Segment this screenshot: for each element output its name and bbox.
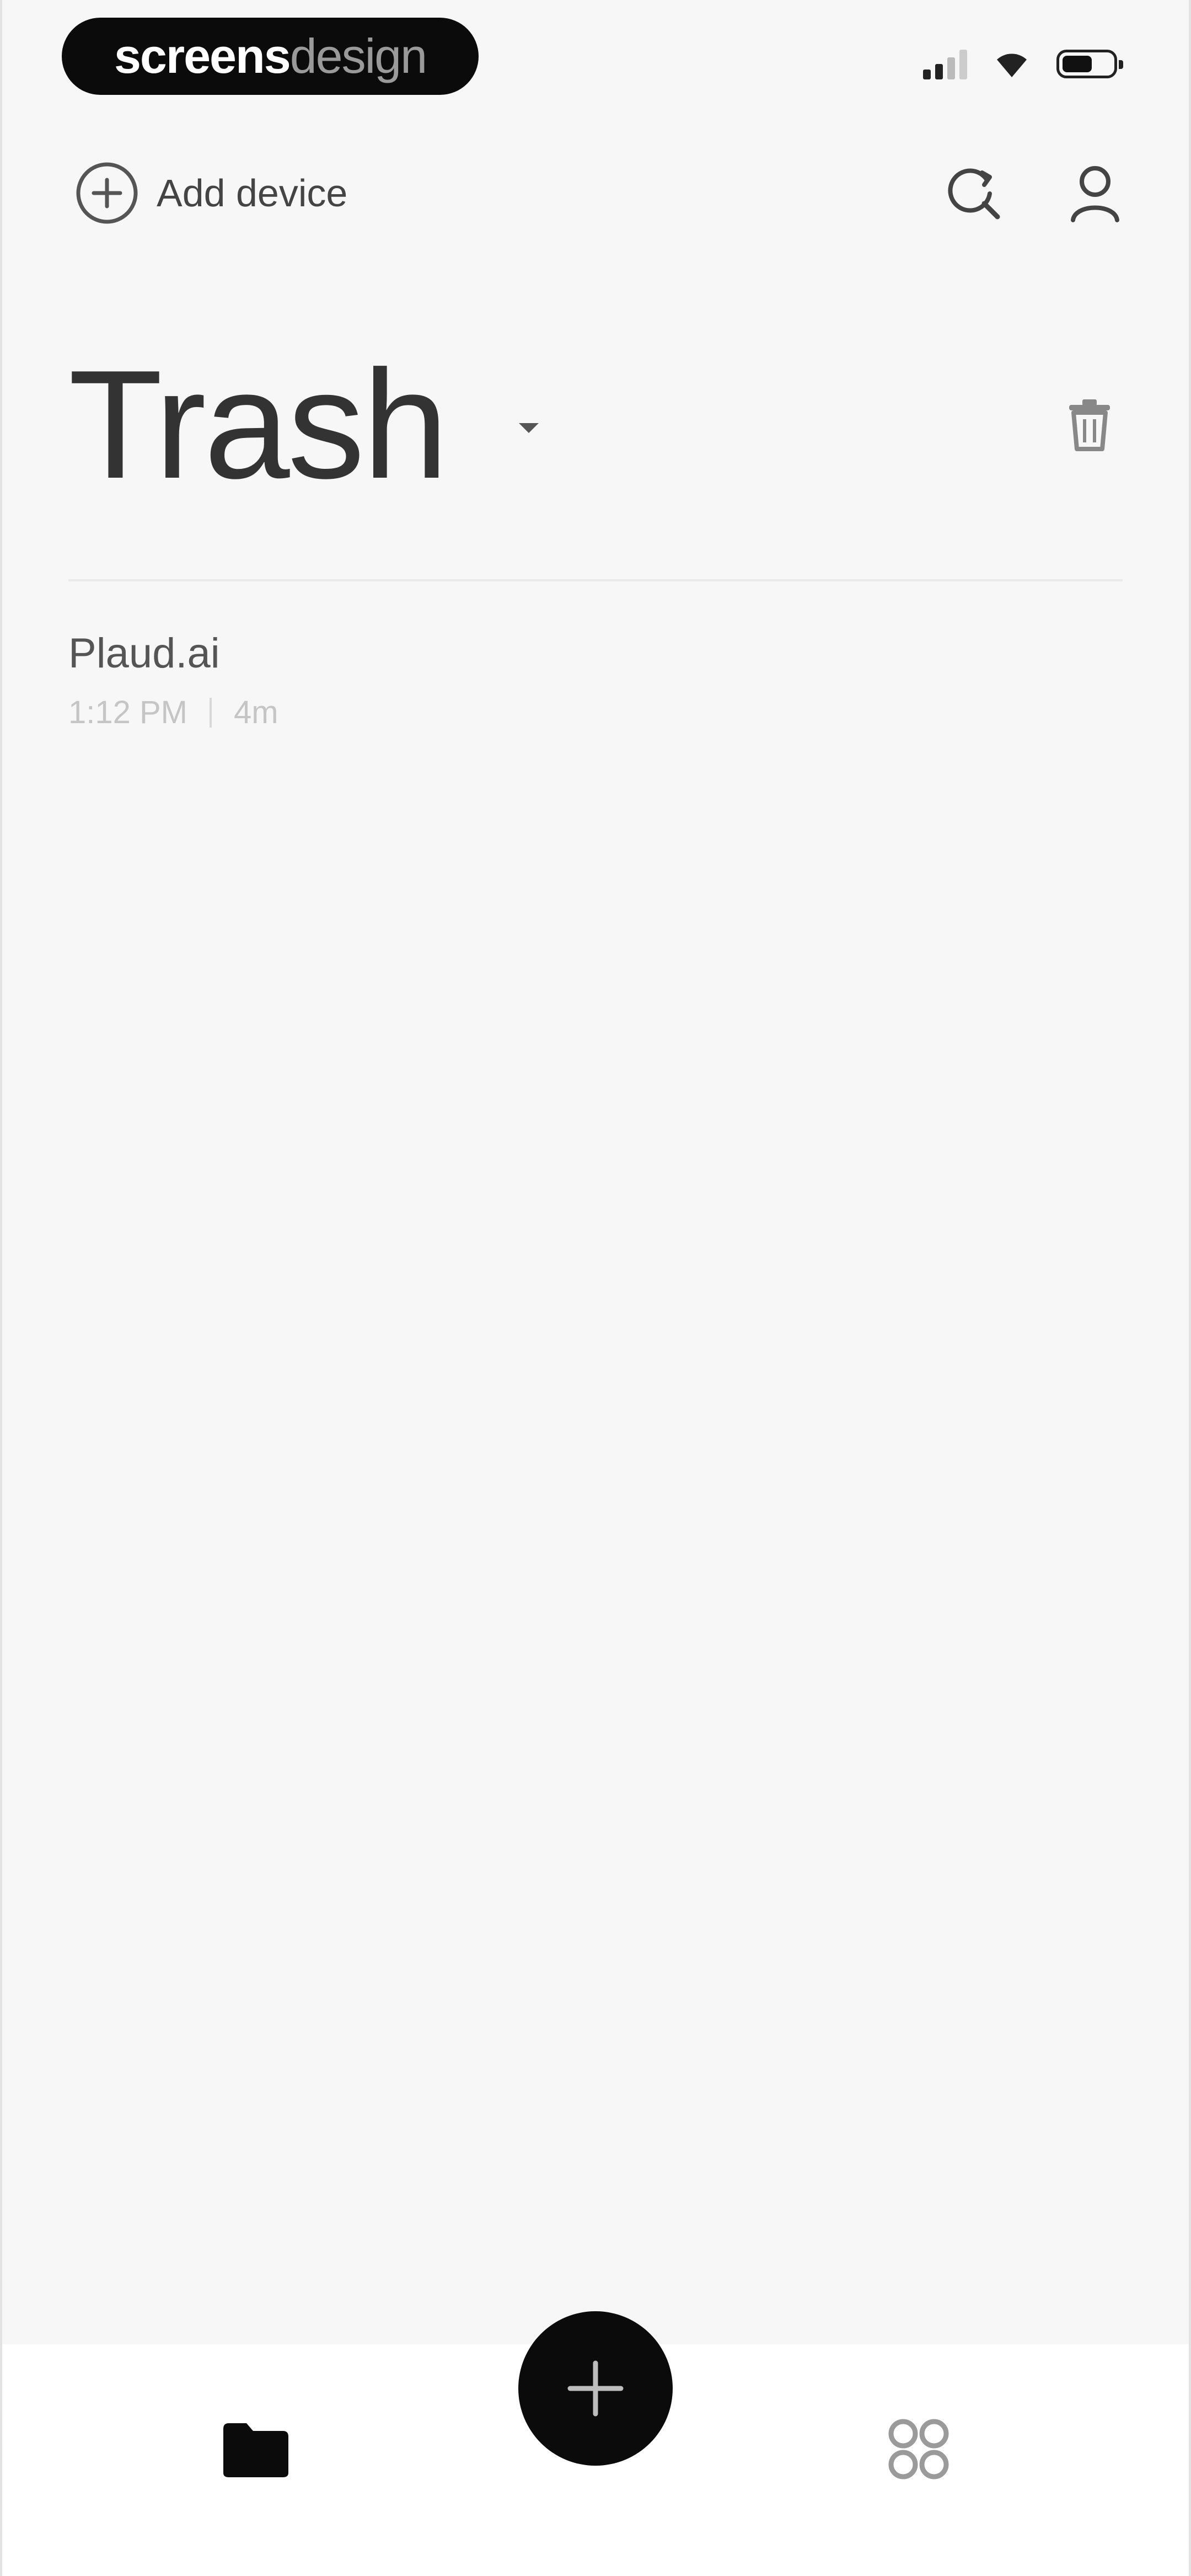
- trash-button[interactable]: [1056, 392, 1123, 458]
- recording-meta: 1:12 PM 4m: [68, 694, 1189, 731]
- recording-duration: 4m: [234, 694, 278, 730]
- divider: [68, 579, 1123, 581]
- folder-icon: [223, 2423, 288, 2477]
- brand-watermark: screens design: [62, 18, 479, 95]
- profile-button[interactable]: [1062, 160, 1128, 226]
- cellular-signal-icon: [923, 49, 967, 79]
- search-button[interactable]: [941, 160, 1007, 226]
- add-device-label: Add device: [157, 172, 348, 215]
- page-title: Trash: [68, 339, 448, 511]
- meta-separator: [210, 697, 212, 728]
- wifi-icon: [997, 54, 1027, 77]
- plus-icon: [567, 2360, 624, 2417]
- trash-can-icon: [1069, 399, 1110, 451]
- brand-text-part1: screens: [114, 29, 291, 83]
- brand-text-part2: design: [289, 29, 427, 83]
- status-icons: [923, 49, 1123, 79]
- battery-icon: [1056, 50, 1123, 78]
- folder-dropdown-button[interactable]: [504, 403, 554, 452]
- bottom-nav: [2, 2311, 1189, 2576]
- app-screen: screens design Add device Trash Plaud.ai…: [0, 0, 1191, 2576]
- top-toolbar: Add device: [2, 149, 1189, 237]
- nav-apps[interactable]: [869, 2399, 968, 2499]
- record-button[interactable]: [518, 2311, 673, 2466]
- title-row: Trash: [2, 342, 1189, 507]
- chevron-down-icon: [519, 423, 539, 433]
- nav-files[interactable]: [206, 2399, 305, 2499]
- status-bar: screens design: [2, 0, 1189, 116]
- plus-circle-icon: [76, 162, 138, 224]
- recording-list: Plaud.ai 1:12 PM 4m: [2, 623, 1189, 789]
- apps-grid-icon: [888, 2419, 949, 2479]
- recording-item[interactable]: Plaud.ai 1:12 PM 4m: [2, 623, 1189, 789]
- add-device-button[interactable]: Add device: [74, 160, 347, 226]
- search-refresh-icon: [948, 168, 1000, 220]
- user-icon: [1071, 166, 1119, 222]
- recording-title: Plaud.ai: [68, 630, 220, 677]
- recording-time: 1:12 PM: [68, 694, 187, 730]
